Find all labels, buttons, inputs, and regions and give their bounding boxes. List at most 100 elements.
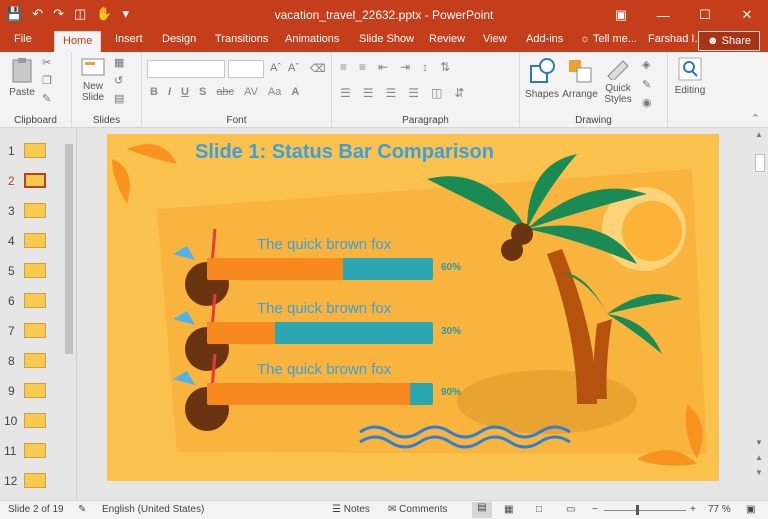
tab-file[interactable]: File: [14, 33, 32, 45]
line-spacing-icon[interactable]: ↕: [422, 60, 428, 74]
slide[interactable]: Slide 1: Status Bar Comparison The quick…: [107, 134, 719, 481]
thumbnail-2[interactable]: 2: [0, 170, 60, 194]
paste-button[interactable]: Paste: [8, 56, 36, 98]
zoom-slider-thumb[interactable]: [636, 505, 639, 515]
tab-animations[interactable]: Animations: [285, 33, 339, 45]
thumbnail-6[interactable]: 6: [0, 290, 60, 314]
tab-review[interactable]: Review: [429, 33, 465, 45]
tab-home[interactable]: Home: [54, 31, 102, 52]
scrollbar-thumb[interactable]: [755, 154, 765, 172]
change-case-button[interactable]: Aa: [268, 86, 281, 98]
language-indicator[interactable]: English (United States): [102, 504, 204, 515]
spelling-icon[interactable]: ✎: [78, 504, 86, 515]
previous-slide-icon[interactable]: ▲: [755, 453, 763, 462]
tab-transitions[interactable]: Transitions: [215, 33, 268, 45]
shape-outline-icon[interactable]: ✎: [642, 78, 651, 91]
new-slide-button[interactable]: New Slide: [78, 56, 108, 103]
zoom-level[interactable]: 77 %: [708, 504, 731, 515]
tab-add-ins[interactable]: Add-ins: [526, 33, 563, 45]
thumbnails-scrollbar[interactable]: [63, 140, 75, 496]
shape-fill-icon[interactable]: ◈: [642, 58, 650, 71]
format-painter-icon[interactable]: ✎: [42, 92, 51, 105]
reset-icon[interactable]: ↺: [114, 74, 123, 87]
next-slide-icon[interactable]: ▼: [755, 468, 763, 477]
reading-view-icon[interactable]: □: [536, 504, 542, 515]
tab-view[interactable]: View: [483, 33, 507, 45]
zoom-out-icon[interactable]: −: [592, 504, 598, 515]
thumbnail-12[interactable]: 12: [0, 470, 60, 494]
slide-sorter-icon[interactable]: ▦: [504, 504, 513, 515]
thumbnail-1[interactable]: 1: [0, 140, 60, 164]
ribbon-display-icon[interactable]: ▣: [600, 0, 642, 30]
scroll-up-icon[interactable]: ▲: [755, 130, 763, 139]
thumbnail-5[interactable]: 5: [0, 260, 60, 284]
underline-button[interactable]: U: [181, 86, 189, 98]
thumbnail-11[interactable]: 11: [0, 440, 60, 464]
decrease-font-icon[interactable]: Aˇ: [288, 62, 299, 74]
scrollbar-thumb[interactable]: [65, 144, 73, 354]
fit-to-window-icon[interactable]: ▣: [746, 504, 755, 515]
shapes-button[interactable]: Shapes: [524, 56, 560, 100]
char-spacing-button[interactable]: AV: [244, 86, 258, 98]
thumbnail-9[interactable]: 9: [0, 380, 60, 404]
bar-label[interactable]: The quick brown fox: [257, 236, 391, 253]
thumbnail-3[interactable]: 3: [0, 200, 60, 224]
section-icon[interactable]: ▤: [114, 92, 124, 105]
arrange-button[interactable]: Arrange: [562, 56, 598, 100]
cut-icon[interactable]: ✂: [42, 56, 51, 69]
shape-effects-icon[interactable]: ◉: [642, 96, 652, 109]
bold-button[interactable]: B: [150, 86, 158, 98]
font-name-box[interactable]: [147, 60, 225, 78]
comments-button[interactable]: ✉ Comments: [388, 504, 448, 515]
close-icon[interactable]: ✕: [726, 0, 768, 30]
notes-button[interactable]: ☰ Notes: [332, 504, 370, 515]
decrease-indent-icon[interactable]: ⇤: [378, 60, 388, 74]
numbering-icon[interactable]: ≡: [359, 60, 366, 74]
bar-track[interactable]: [207, 383, 433, 405]
tab-design[interactable]: Design: [162, 33, 196, 45]
editing-button[interactable]: Editing: [672, 56, 708, 96]
align-right-icon[interactable]: ☰: [386, 86, 397, 100]
justify-icon[interactable]: ☰: [408, 86, 419, 100]
scroll-down-icon[interactable]: ▼: [755, 438, 763, 447]
bullets-icon[interactable]: ≡: [340, 60, 347, 74]
shadow-button[interactable]: S: [199, 86, 206, 98]
minimize-icon[interactable]: —: [642, 0, 684, 30]
align-left-icon[interactable]: ☰: [340, 86, 351, 100]
clear-format-icon[interactable]: ⌫: [310, 62, 326, 75]
tell-me-search[interactable]: ☼ Tell me...: [580, 33, 637, 45]
slide-title[interactable]: Slide 1: Status Bar Comparison: [195, 141, 494, 164]
bar-track[interactable]: [207, 258, 433, 280]
tab-insert[interactable]: Insert: [115, 33, 143, 45]
bar-label[interactable]: The quick brown fox: [257, 361, 391, 378]
font-size-box[interactable]: [228, 60, 264, 78]
zoom-slider[interactable]: [604, 510, 686, 511]
slideshow-icon[interactable]: ▭: [566, 504, 575, 515]
bar-track[interactable]: [207, 322, 433, 344]
strikethrough-button[interactable]: abc: [216, 86, 234, 98]
share-button[interactable]: ☻ Share: [698, 31, 760, 51]
zoom-in-icon[interactable]: +: [690, 504, 696, 515]
columns-icon[interactable]: ◫: [431, 86, 442, 100]
user-name[interactable]: Farshad I...: [648, 33, 704, 45]
text-direction-icon[interactable]: ⇅: [440, 60, 450, 74]
thumbnail-10[interactable]: 10: [0, 410, 60, 434]
increase-font-icon[interactable]: Aˆ: [270, 62, 281, 74]
italic-button[interactable]: I: [168, 86, 171, 98]
align-center-icon[interactable]: ☰: [363, 86, 374, 100]
slide-scrollbar[interactable]: ▲ ▼ ▲ ▼: [752, 128, 768, 500]
align-text-icon[interactable]: ⇵: [454, 86, 464, 100]
increase-indent-icon[interactable]: ⇥: [400, 60, 410, 74]
thumbnail-8[interactable]: 8: [0, 350, 60, 374]
maximize-icon[interactable]: ☐: [684, 0, 726, 30]
layout-icon[interactable]: ▦: [114, 56, 124, 69]
font-color-button[interactable]: A: [291, 86, 299, 98]
quick-styles-button[interactable]: Quick Styles: [600, 56, 636, 105]
thumbnail-7[interactable]: 7: [0, 320, 60, 344]
copy-icon[interactable]: ❐: [42, 74, 52, 87]
tab-slide-show[interactable]: Slide Show: [359, 33, 414, 45]
normal-view-icon[interactable]: ▤: [472, 502, 492, 518]
bar-label[interactable]: The quick brown fox: [257, 300, 391, 317]
thumbnail-4[interactable]: 4: [0, 230, 60, 254]
collapse-ribbon-icon[interactable]: ⌃: [751, 112, 760, 125]
